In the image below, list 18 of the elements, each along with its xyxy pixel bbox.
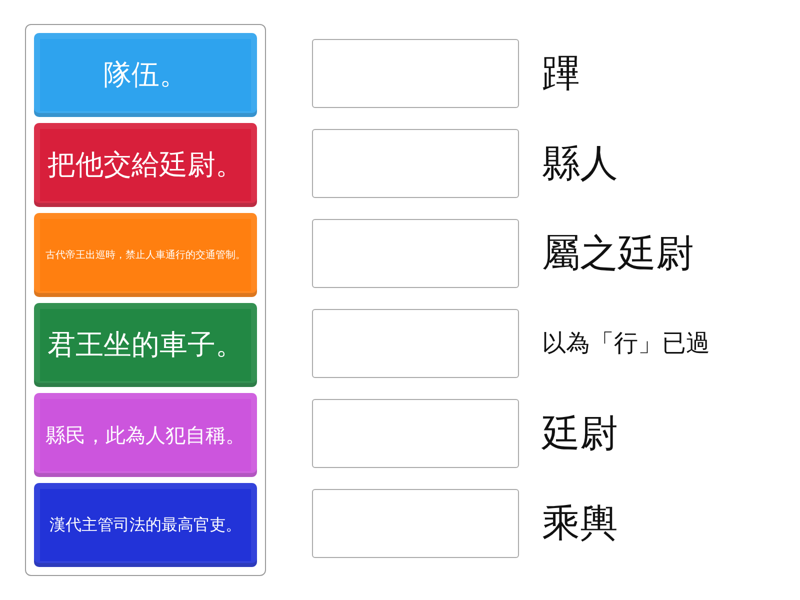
drop-slot[interactable] (312, 219, 519, 288)
prompt-text: 乘輿 (542, 502, 618, 544)
prompt-text: 屬之廷尉 (542, 232, 694, 274)
answer-tile[interactable]: 把他交給廷尉。 (34, 123, 257, 207)
drop-slot[interactable] (312, 309, 519, 378)
answer-tile[interactable]: 隊伍。 (34, 33, 257, 117)
drop-slot[interactable] (312, 399, 519, 468)
prompt-text: 縣人 (542, 142, 618, 184)
answer-tile[interactable]: 漢代主管司法的最高官吏。 (34, 483, 257, 567)
drop-slot[interactable] (312, 489, 519, 558)
answer-tile[interactable]: 縣民，此為人犯自稱。 (34, 393, 257, 477)
answer-tile[interactable]: 古代帝王出巡時，禁止人車通行的交通管制。 (34, 213, 257, 297)
answer-tile[interactable]: 君王坐的車子。 (34, 303, 257, 387)
prompt-text: 以為「行」已過 (542, 330, 710, 357)
prompt-text: 廷尉 (542, 412, 618, 454)
drop-slot[interactable] (312, 39, 519, 108)
drop-slot[interactable] (312, 129, 519, 198)
prompt-text: 蹕 (542, 52, 580, 94)
